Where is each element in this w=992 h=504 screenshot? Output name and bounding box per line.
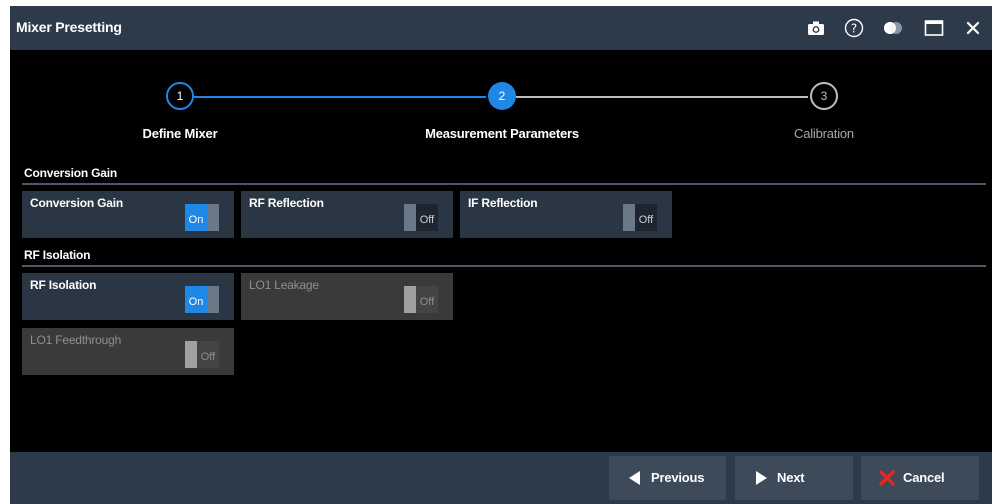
section-header-rf-isolation: RF Isolation (24, 248, 91, 262)
tile-label: RF Reflection (249, 196, 324, 210)
next-button[interactable]: Next (735, 456, 853, 500)
section-divider (22, 183, 986, 185)
cancel-button-label: Cancel (903, 470, 945, 485)
toggle-knob (207, 286, 219, 313)
triangle-left-icon (625, 468, 645, 488)
close-icon[interactable] (962, 17, 984, 39)
tile-lo1-leakage: LO1 Leakage Off (241, 273, 453, 320)
step-1-label: Define Mixer (142, 126, 218, 141)
tile-label: IF Reflection (468, 196, 538, 210)
tile-label: LO1 Leakage (249, 278, 319, 292)
tile-if-reflection[interactable]: IF Reflection Off (460, 191, 672, 238)
wizard-footer: Previous Next Cancel (10, 452, 992, 504)
tile-label: Conversion Gain (30, 196, 124, 210)
toggle-knob (623, 204, 635, 231)
next-button-label: Next (777, 470, 805, 485)
section-divider (22, 265, 986, 267)
cancel-x-icon (877, 468, 897, 488)
dialog-title: Mixer Presetting (16, 19, 122, 35)
step-3-label: Calibration (794, 126, 854, 141)
toggle-state: Off (416, 286, 438, 313)
triangle-right-icon (751, 468, 771, 488)
tile-rf-reflection[interactable]: RF Reflection Off (241, 191, 453, 238)
step-3-number: 3 (820, 89, 828, 103)
toggle-state: Off (635, 204, 657, 231)
step-2-label: Measurement Parameters (425, 126, 579, 141)
svg-text:?: ? (851, 22, 857, 36)
section-header-conversion-gain: Conversion Gain (24, 166, 118, 180)
toggle-if-reflection[interactable]: Off (623, 204, 657, 231)
toggle-state: Off (197, 341, 219, 368)
toggle-conversion-gain[interactable]: On (185, 204, 219, 231)
camera-icon[interactable] (805, 17, 827, 39)
step-1-number: 1 (176, 89, 184, 103)
step-1-circle[interactable]: 1 (166, 82, 194, 110)
tile-label: LO1 Feedthrough (30, 333, 122, 347)
toggle-knob (404, 286, 416, 313)
toggle-knob (404, 204, 416, 231)
tile-rf-isolation[interactable]: RF Isolation On (22, 273, 234, 320)
tile-conversion-gain[interactable]: Conversion Gain On (22, 191, 234, 238)
toggle-knob (207, 204, 219, 231)
mixer-presetting-dialog: Mixer Presetting ? 1 2 3 Define Mixer Me… (10, 6, 992, 504)
toggle-lo1-leakage: Off (404, 286, 438, 313)
step-2-circle[interactable]: 2 (488, 82, 516, 110)
cancel-button[interactable]: Cancel (861, 456, 979, 500)
toggle-rf-isolation[interactable]: On (185, 286, 219, 313)
step-connector-2 (516, 96, 808, 98)
wizard-stepper: 1 2 3 Define Mixer Measurement Parameter… (10, 50, 992, 160)
toggle-state: On (185, 204, 207, 231)
step-2-number: 2 (498, 89, 506, 103)
title-bar: Mixer Presetting ? (10, 6, 992, 50)
maximize-icon[interactable] (923, 17, 945, 39)
toggle-theme-icon[interactable] (882, 17, 904, 39)
tile-lo1-feedthrough: LO1 Feedthrough Off (22, 328, 234, 375)
tile-label: RF Isolation (30, 278, 97, 292)
step-3-circle[interactable]: 3 (810, 82, 838, 110)
toggle-state: On (185, 286, 207, 313)
help-icon[interactable]: ? (843, 17, 865, 39)
toggle-lo1-feedthrough: Off (185, 341, 219, 368)
step-connector-1 (194, 96, 486, 98)
previous-button[interactable]: Previous (609, 456, 726, 500)
toggle-knob (185, 341, 197, 368)
previous-button-label: Previous (651, 470, 705, 485)
toggle-rf-reflection[interactable]: Off (404, 204, 438, 231)
toggle-state: Off (416, 204, 438, 231)
